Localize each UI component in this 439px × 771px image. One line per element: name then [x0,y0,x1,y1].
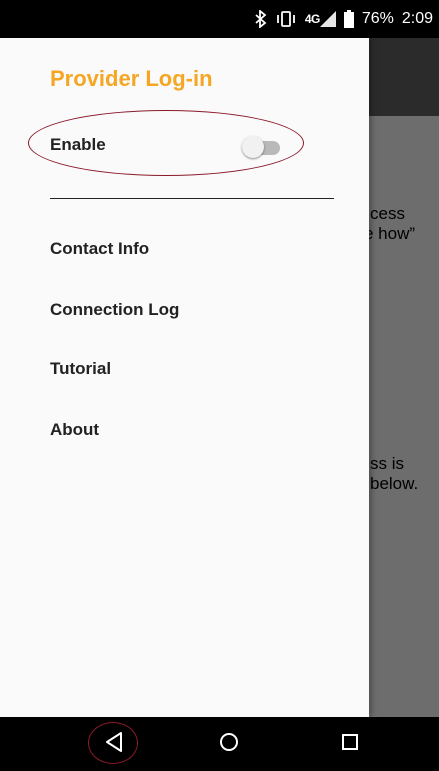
background-text: cess [370,204,405,223]
battery-percent: 76% [361,10,394,27]
menu-item-contact-info[interactable]: Contact Info [50,239,149,259]
toggle-thumb [242,136,264,158]
status-bar: 4G 76% 2:09 [0,0,439,38]
enable-label: Enable [50,135,106,154]
home-button[interactable] [199,717,259,771]
status-icons: 4G 76% 2:09 [255,0,433,38]
navigation-bar [0,717,439,771]
battery-icon [343,10,354,28]
navigation-drawer: Provider Log-in Enable Contact Info Conn… [0,38,369,717]
menu-item-connection-log[interactable]: Connection Log [50,300,179,320]
drawer-title: Provider Log-in [50,66,213,91]
enable-toggle[interactable] [242,136,284,158]
menu-item-about[interactable]: About [50,420,99,440]
home-icon [218,731,240,758]
enable-row[interactable]: Enable [50,135,310,159]
menu-item-tutorial[interactable]: Tutorial [50,359,111,379]
signal-icon: 4G [305,11,336,27]
background-text: ss is [370,454,404,473]
recents-button[interactable] [320,717,380,771]
bluetooth-icon [255,10,267,28]
background-text: e how” [364,224,416,243]
background-text: below. [370,474,419,493]
back-icon [104,731,124,758]
back-button[interactable] [84,717,144,771]
recents-icon [340,732,360,757]
divider [50,198,334,199]
vibrate-icon [275,10,297,28]
network-type-label: 4G [304,12,321,26]
clock: 2:09 [401,10,433,27]
